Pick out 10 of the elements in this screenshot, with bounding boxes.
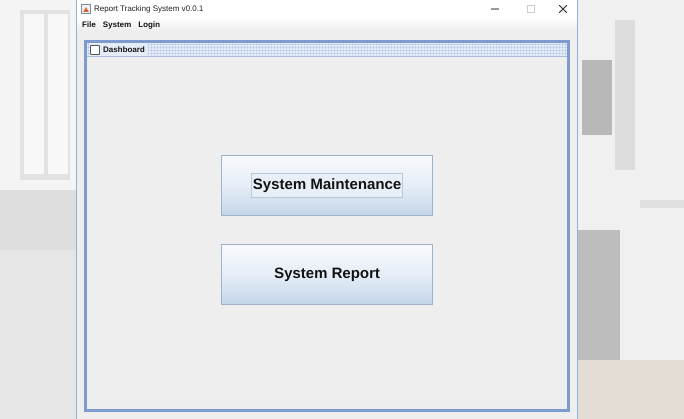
- frame-title: Dashboard: [103, 44, 145, 56]
- frame-icon: [90, 44, 100, 54]
- dashboard-button[interactable]: System Maintenance: [221, 155, 433, 216]
- menu-item[interactable]: Login: [137, 18, 162, 30]
- app-icon: [81, 4, 91, 14]
- menu-item[interactable]: File: [81, 18, 97, 30]
- menu-item[interactable]: System: [102, 18, 132, 30]
- dashboard-button[interactable]: System Report: [221, 244, 433, 305]
- window-title: Report Tracking System v0.0.1: [94, 2, 204, 14]
- close-icon[interactable]: [559, 4, 567, 12]
